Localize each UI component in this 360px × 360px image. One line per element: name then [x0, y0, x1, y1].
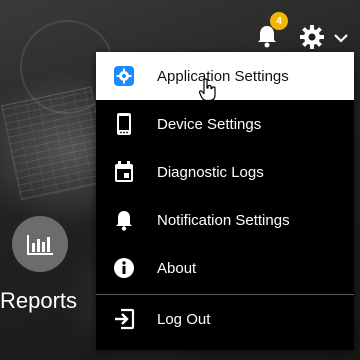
device-icon — [112, 112, 136, 136]
bell-icon — [112, 208, 136, 232]
menu-item-notification-settings[interactable]: Notification Settings — [96, 196, 354, 244]
menu-item-label: Log Out — [157, 310, 211, 328]
reports-chart-icon[interactable] — [12, 216, 68, 272]
info-icon — [112, 256, 136, 280]
settings-dropdown-menu: Application Settings Device Settings Dia — [96, 52, 354, 350]
chevron-down-icon[interactable] — [334, 30, 348, 43]
calendar-log-icon — [112, 160, 136, 184]
settings-gear-icon[interactable] — [299, 24, 325, 50]
menu-item-label: Notification Settings — [157, 211, 290, 229]
logout-icon — [112, 307, 136, 331]
menu-item-about[interactable]: About — [96, 244, 354, 292]
hand-pointer-cursor-icon — [198, 78, 218, 102]
menu-item-log-out[interactable]: Log Out — [96, 295, 354, 343]
menu-item-diagnostic-logs[interactable]: Diagnostic Logs — [96, 148, 354, 196]
menu-item-label: Diagnostic Logs — [157, 163, 264, 181]
app-settings-icon — [112, 64, 136, 88]
menu-item-label: Device Settings — [157, 115, 262, 133]
menu-item-label: Application Settings — [157, 67, 289, 85]
menu-item-application-settings[interactable]: Application Settings — [96, 52, 354, 100]
menu-item-label: About — [157, 259, 197, 277]
menu-item-device-settings[interactable]: Device Settings — [96, 100, 354, 148]
notification-count-badge: 4 — [270, 12, 288, 30]
reports-label[interactable]: Reports — [0, 288, 77, 314]
